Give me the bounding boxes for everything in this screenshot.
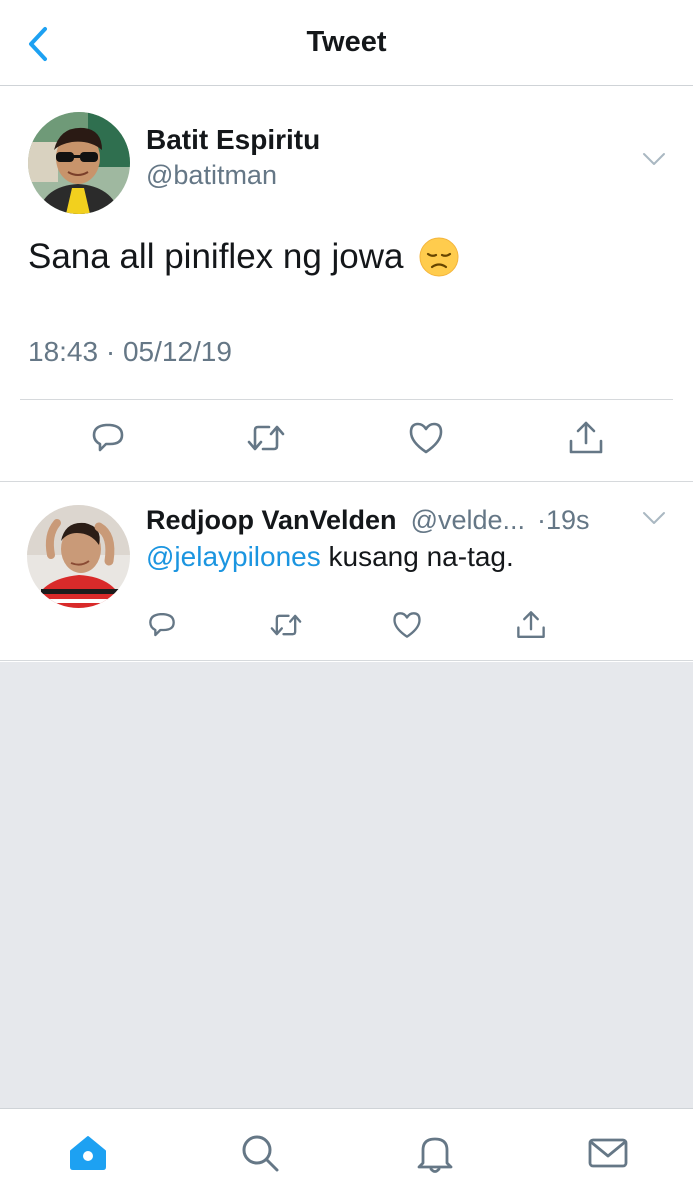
reply-options-button[interactable] xyxy=(638,503,670,533)
disappointed-face-emoji xyxy=(419,237,459,277)
heart-icon xyxy=(393,612,421,638)
reply-retweet-button[interactable] xyxy=(264,603,308,647)
reply-time: ·19s xyxy=(537,505,590,535)
top-navigation-bar: Tweet xyxy=(0,0,693,86)
reply-header: Redjoop VanVelden @velde... ·19s xyxy=(146,505,626,536)
author-name[interactable]: Batit Espiritu xyxy=(146,124,320,156)
reply-like-button[interactable] xyxy=(385,603,429,647)
reply-tweet[interactable]: Redjoop VanVelden @velde... ·19s @jelayp… xyxy=(0,483,693,661)
chevron-down-icon xyxy=(643,153,665,165)
tab-messages[interactable] xyxy=(584,1129,632,1177)
tab-home[interactable] xyxy=(64,1129,112,1177)
home-icon xyxy=(70,1136,106,1170)
bell-icon xyxy=(417,1137,453,1173)
tweet-text-row: Sana all piniflex ng jowa xyxy=(28,236,460,278)
retweet-icon xyxy=(270,614,302,636)
retweet-button[interactable] xyxy=(244,416,288,460)
reply-action-bar xyxy=(0,603,693,647)
tweet-options-button[interactable] xyxy=(638,144,670,174)
envelope-icon xyxy=(588,1138,628,1168)
reply-icon xyxy=(149,613,175,637)
reply-icon xyxy=(92,423,124,452)
author-handle[interactable]: @batitman xyxy=(146,160,277,191)
reply-button[interactable] xyxy=(86,416,130,460)
empty-timeline-area xyxy=(0,662,693,1108)
reply-author-name[interactable]: Redjoop VanVelden xyxy=(146,505,397,536)
like-button[interactable] xyxy=(404,416,448,460)
share-icon xyxy=(517,611,545,638)
retweet-icon xyxy=(247,425,285,451)
reply-author-avatar[interactable] xyxy=(27,505,130,608)
main-tweet: Batit Espiritu @batitman Sana all pinifl… xyxy=(0,86,693,482)
reply-text: @jelaypilones kusang na-tag. xyxy=(146,541,514,573)
chevron-down-icon xyxy=(643,512,665,524)
tab-search[interactable] xyxy=(236,1129,284,1177)
author-avatar[interactable] xyxy=(28,112,130,214)
tab-notifications[interactable] xyxy=(411,1129,459,1177)
reply-reply-button[interactable] xyxy=(140,603,184,647)
divider xyxy=(20,399,673,400)
tweet-action-bar xyxy=(0,416,693,466)
tweet-timestamp: 18:43 · 05/12/19 xyxy=(28,336,232,367)
reply-author-handle[interactable]: @velde... xyxy=(411,505,525,536)
mention-link[interactable]: @jelaypilones xyxy=(146,541,321,572)
heart-icon xyxy=(409,422,443,454)
bottom-tab-bar xyxy=(0,1108,693,1200)
share-button[interactable] xyxy=(564,416,608,460)
tweet-text: Sana all piniflex ng jowa xyxy=(28,237,404,276)
page-title: Tweet xyxy=(306,26,387,58)
reply-share-button[interactable] xyxy=(509,603,553,647)
share-icon xyxy=(569,421,603,454)
search-icon xyxy=(242,1135,279,1172)
reply-body: kusang na-tag. xyxy=(320,541,514,572)
